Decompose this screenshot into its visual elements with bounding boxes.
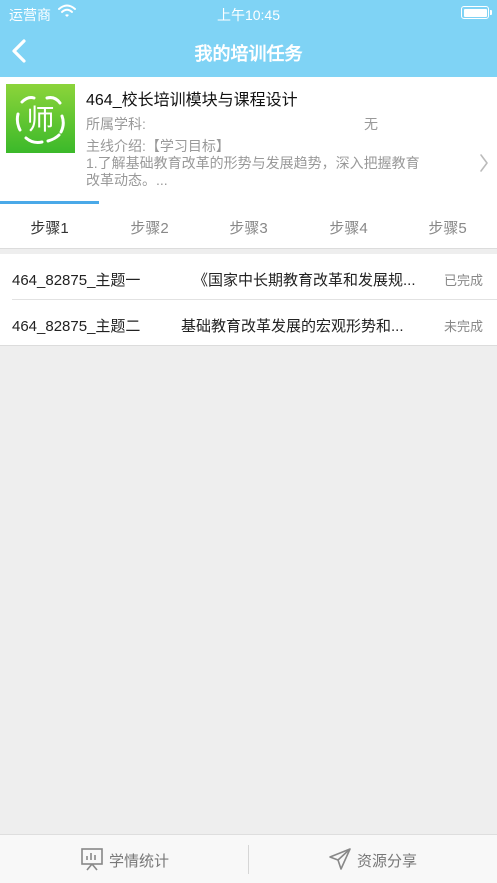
- learning-stats-label: 学情统计: [109, 853, 170, 870]
- clock: 上午10:45: [216, 7, 281, 23]
- subject-label: 所属学科:: [86, 116, 146, 132]
- tab-step-5[interactable]: 步骤5: [398, 217, 497, 238]
- tab-step-3[interactable]: 步骤3: [199, 217, 298, 238]
- course-card[interactable]: 师 464_校长培训模块与课程设计 所属学科: 无 主线介绍:【学习目标】 1.…: [0, 77, 497, 201]
- topic-title: 基础教育改革发展的宏观形势和...: [181, 318, 404, 335]
- bottom-toolbar: 学情统计 资源分享: [0, 834, 497, 883]
- svg-text:师: 师: [26, 103, 54, 136]
- intro-line: 1.了解基础教育改革的形势与发展趋势，深入把握教育: [86, 155, 420, 171]
- resource-share-button[interactable]: 资源分享: [249, 835, 497, 883]
- battery-icon: [461, 6, 492, 19]
- status-badge: 已完成: [443, 273, 483, 288]
- nav-bar: 我的培训任务: [0, 26, 497, 77]
- list-item[interactable]: 464_82875_主题一 《国家中长期教育改革和发展规... 已完成: [0, 254, 497, 300]
- tab-step-2[interactable]: 步骤2: [100, 217, 199, 238]
- active-tab-indicator: [0, 201, 99, 204]
- topic-name: 464_82875_主题一: [12, 272, 141, 289]
- learning-stats-button[interactable]: 学情统计: [0, 835, 248, 883]
- intro-line: 改革动态。...: [86, 172, 168, 188]
- list-item[interactable]: 464_82875_主题二 基础教育改革发展的宏观形势和... 未完成: [0, 300, 497, 346]
- chevron-right-icon[interactable]: [479, 153, 489, 178]
- topic-name: 464_82875_主题二: [12, 318, 141, 335]
- course-intro: 主线介绍:【学习目标】 1.了解基础教育改革的形势与发展趋势，深入把握教育 改革…: [86, 138, 471, 189]
- topic-title: 《国家中长期教育改革和发展规...: [193, 272, 416, 289]
- status-bar: 运营商 上午10:45: [0, 0, 497, 26]
- course-logo: 师: [6, 84, 75, 153]
- tab-step-1[interactable]: 步骤1: [0, 217, 99, 238]
- resource-share-label: 资源分享: [357, 853, 418, 870]
- tab-step-4[interactable]: 步骤4: [299, 217, 398, 238]
- subject-value: 无: [364, 116, 378, 132]
- chart-icon: [80, 847, 104, 876]
- topic-list: 464_82875_主题一 《国家中长期教育改革和发展规... 已完成 464_…: [0, 254, 497, 346]
- intro-line: 主线介绍:【学习目标】: [86, 138, 230, 154]
- course-title: 464_校长培训模块与课程设计: [86, 92, 298, 109]
- send-icon: [328, 847, 352, 876]
- page-title: 我的培训任务: [194, 44, 303, 64]
- step-tabs: 步骤1 步骤2 步骤3 步骤4 步骤5: [0, 201, 497, 249]
- status-badge: 未完成: [443, 319, 483, 334]
